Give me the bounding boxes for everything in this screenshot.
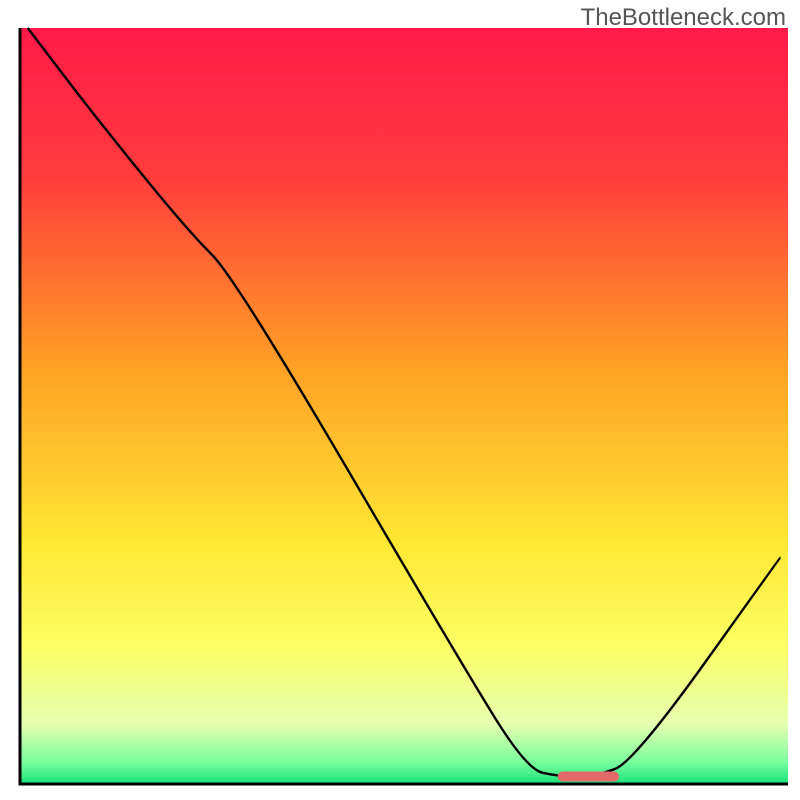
bottleneck-chart [0, 0, 800, 800]
chart-container: TheBottleneck.com [0, 0, 800, 800]
optimum-marker [558, 771, 619, 781]
plot-background [20, 28, 788, 784]
watermark-text: TheBottleneck.com [581, 4, 786, 32]
